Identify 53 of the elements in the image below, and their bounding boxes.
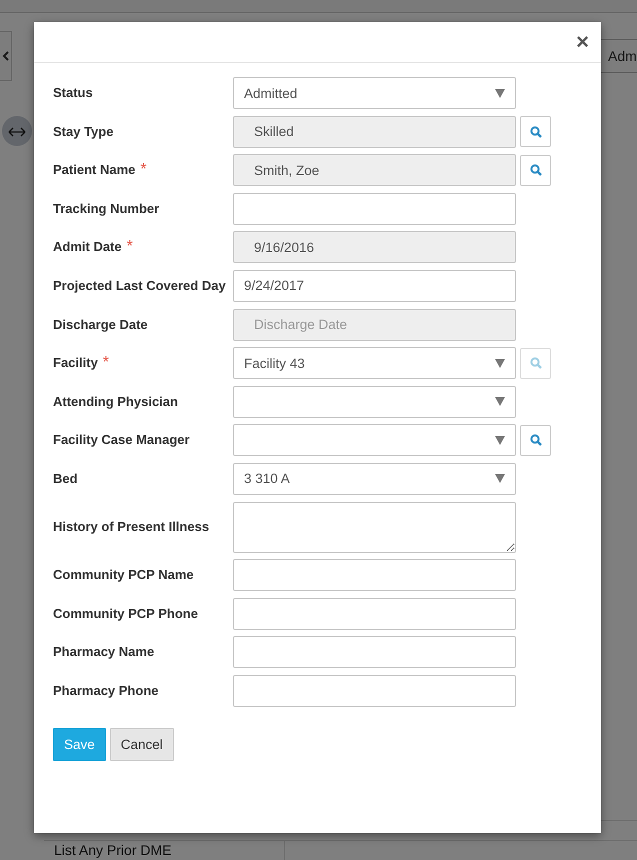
horizontal-arrows-icon [8,126,26,136]
field-label: Tracking Number [53,200,160,216]
caret-icon [495,436,505,445]
select-field[interactable] [233,386,516,418]
field-label: Attending Physician [53,394,178,409]
field-label: Status [53,85,93,100]
required-mark: * [102,354,110,372]
expand-button[interactable] [2,116,32,146]
text-field[interactable] [233,674,516,707]
back-button[interactable] [0,31,12,81]
field-label: Stay Type [53,124,114,139]
readonly-field[interactable]: Skilled [233,116,516,148]
field-label: Projected Last Covered Day [53,278,226,293]
text-field[interactable] [233,636,516,668]
caret-icon [495,397,505,406]
caret-icon [495,358,505,368]
readonly-field[interactable]: Smith, Zoe [233,154,516,186]
text-field[interactable]: 9/24/2017 [233,270,516,302]
search-button[interactable] [520,424,551,456]
field-label: Pharmacy Name [53,644,154,660]
field-label: Facility [53,355,98,370]
search-icon [530,164,542,176]
field-label: Pharmacy Phone [53,682,158,698]
select-field[interactable]: 3 310 A [233,462,516,495]
search-icon [530,357,542,370]
text-field[interactable] [233,192,516,225]
field-label: Facility Case Manager [53,432,190,448]
select-field[interactable]: Facility 43 [233,347,516,380]
required-mark: * [126,238,133,256]
field-label: History of Present Illness [53,519,210,534]
caret-icon [495,474,505,484]
text-area[interactable] [233,502,516,553]
field-label: Community PCP Phone [53,606,198,621]
select-field[interactable] [233,424,516,456]
table-cell: List Any Prior DME [44,841,285,860]
search-icon [530,126,542,138]
text-field[interactable] [233,559,516,592]
search-icon [530,434,542,446]
field-label: Community PCP Name [53,567,194,582]
chevron-left-icon [2,51,9,61]
field-label: Bed [53,470,78,486]
readonly-field[interactable]: 9/16/2016 [233,231,516,264]
text-field[interactable] [233,598,516,630]
caret-icon [495,88,505,98]
required-mark: * [140,161,147,178]
close-button[interactable]: × [574,29,591,55]
field-label: Admit Date [53,239,122,254]
field-label: Patient Name [53,162,136,178]
field-label: Discharge Date [53,316,148,332]
cancel-button[interactable]: Cancel [110,728,174,760]
search-button[interactable] [520,116,551,148]
select-field[interactable]: Admitted [233,77,516,109]
search-button[interactable] [520,154,551,186]
